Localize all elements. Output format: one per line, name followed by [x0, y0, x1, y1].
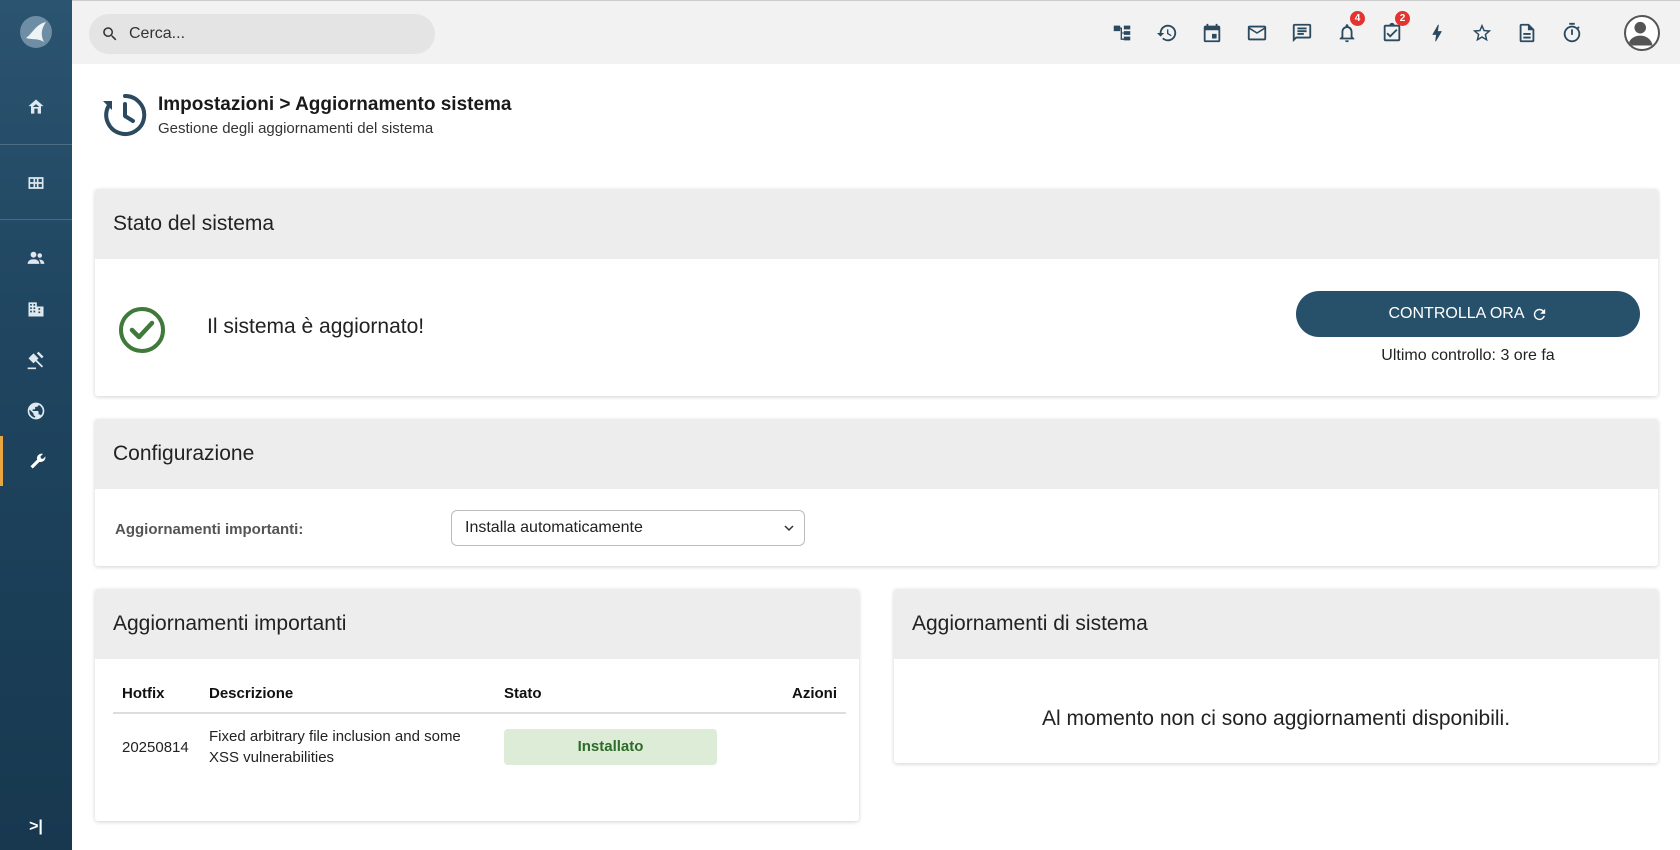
star-icon: [1472, 23, 1492, 42]
chevron-down-icon: [784, 525, 794, 532]
calendar-icon: [1203, 23, 1221, 43]
sidebar-item-web[interactable]: [0, 386, 72, 436]
column-description: Descrizione: [200, 685, 495, 714]
user-avatar[interactable]: [1624, 15, 1660, 51]
notifications-badge: 4: [1350, 11, 1365, 26]
hotfix-description: Fixed arbitrary file inclusion and some …: [209, 728, 461, 766]
user-icon: [1627, 21, 1653, 46]
check-now-label: CONTROLLA ORA: [1388, 305, 1525, 322]
update-history-icon: [103, 93, 147, 136]
system-status-panel: Stato del sistema Il sistema è aggiornat…: [95, 189, 1658, 396]
bolt-icon: [1432, 24, 1442, 42]
table-row: 20250814 Fixed arbitrary file inclusion …: [113, 713, 846, 780]
history-icon: [1156, 24, 1177, 42]
mail-button[interactable]: [1245, 21, 1269, 45]
tasks-badge: 2: [1395, 11, 1410, 26]
sidebar-item-users[interactable]: [0, 233, 72, 283]
grid-icon: [28, 177, 44, 189]
sitemap-icon: [1113, 25, 1131, 41]
column-actions: Azioni: [735, 685, 846, 714]
column-hotfix: Hotfix: [113, 685, 200, 714]
building-icon: [28, 302, 44, 317]
check-circle-icon: [119, 307, 165, 353]
check-now-button[interactable]: CONTROLLA ORA: [1296, 291, 1640, 337]
panel-title: Stato del sistema: [95, 189, 1658, 259]
select-value: Installa automaticamente: [465, 519, 643, 536]
history-button[interactable]: [1155, 21, 1179, 45]
empty-state-message: Al momento non ci sono aggiornamenti dis…: [1041, 707, 1511, 730]
sidebar-item-settings[interactable]: [0, 436, 72, 486]
system-updates-panel: Aggiornamenti di sistema Al momento non …: [894, 589, 1658, 763]
timer-icon: [1563, 22, 1581, 43]
home-icon: [28, 99, 44, 114]
hotfix-table: Hotfix Descrizione Stato Azioni 20250814…: [113, 685, 846, 780]
notifications-button[interactable]: 4: [1335, 11, 1365, 45]
sidebar-expand-button[interactable]: >|: [0, 818, 72, 836]
important-updates-select[interactable]: Installa automaticamente: [451, 510, 805, 546]
search-box[interactable]: [89, 14, 435, 54]
calendar-button[interactable]: [1200, 21, 1224, 45]
sidebar-divider: [0, 219, 72, 220]
refresh-icon: [1533, 308, 1545, 320]
sidebar-item-legal[interactable]: [0, 335, 72, 385]
table-header-row: Hotfix Descrizione Stato Azioni: [113, 685, 846, 714]
sidebar-item-dashboard[interactable]: [0, 158, 72, 208]
org-chart-button[interactable]: [1110, 21, 1134, 45]
mail-icon: [1247, 25, 1267, 41]
favorites-button[interactable]: [1470, 21, 1494, 45]
page-title: Impostazioni > Aggiornamento sistema: [158, 94, 512, 115]
app-logo-icon[interactable]: [18, 14, 54, 50]
sidebar-item-companies[interactable]: [0, 284, 72, 334]
hotfix-actions: [735, 713, 846, 780]
top-bar: 4 2: [72, 0, 1680, 64]
sidebar-item-home[interactable]: [0, 82, 72, 132]
globe-icon: [27, 402, 45, 420]
panel-title: Configurazione: [95, 419, 1658, 489]
documents-button[interactable]: [1515, 21, 1539, 45]
gavel-icon: [27, 351, 44, 370]
sidebar-divider: [0, 144, 72, 145]
hotfix-id: 20250814: [122, 738, 189, 756]
timer-button[interactable]: [1560, 21, 1584, 45]
document-icon: [1519, 23, 1535, 43]
configuration-panel: Configurazione Aggiornamenti importanti:…: [95, 419, 1658, 566]
status-message: Il sistema è aggiornato!: [207, 315, 425, 338]
users-icon: [27, 251, 45, 264]
important-updates-label: Aggiornamenti importanti:: [115, 521, 304, 538]
quick-actions-button[interactable]: [1425, 21, 1449, 45]
search-icon: [103, 27, 117, 41]
search-input[interactable]: [129, 25, 409, 43]
tasks-button[interactable]: 2: [1380, 11, 1410, 45]
panel-title: Aggiornamenti di sistema: [894, 589, 1658, 659]
last-check-text: Ultimo controllo: 3 ore fa: [1381, 347, 1555, 364]
sidebar: >|: [0, 0, 72, 850]
panel-title: Aggiornamenti importanti: [95, 589, 859, 659]
wrench-icon: [30, 453, 45, 469]
important-updates-panel: Aggiornamenti importanti Hotfix Descrizi…: [95, 589, 859, 821]
column-status: Stato: [495, 685, 735, 714]
chat-button[interactable]: [1290, 21, 1314, 45]
status-badge: Installato: [504, 729, 717, 765]
page-subtitle: Gestione degli aggiornamenti del sistema: [158, 120, 434, 137]
chat-icon: [1292, 23, 1312, 43]
